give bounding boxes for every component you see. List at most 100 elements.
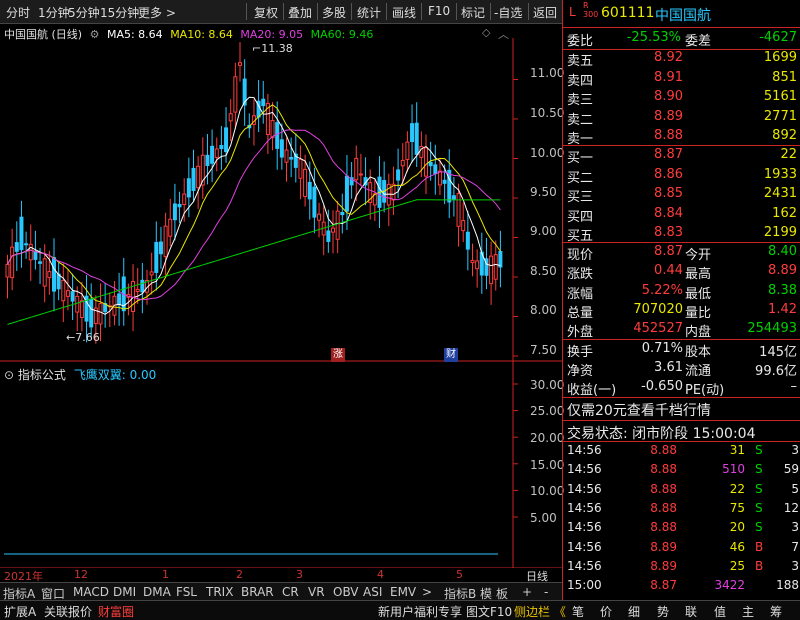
tab-dma[interactable]: DMA: [143, 585, 171, 599]
expand-button[interactable]: 扩展A: [4, 603, 36, 620]
candle-body: [89, 298, 94, 328]
candle-body: [489, 255, 494, 285]
candle-body: [186, 178, 191, 198]
candle-body: [70, 291, 75, 302]
candle-body: [410, 123, 415, 142]
toolbar-1min[interactable]: 1分钟: [38, 4, 70, 21]
indicator-title[interactable]: 指标公式: [18, 368, 66, 382]
tick-side: S: [755, 520, 763, 535]
tick-volume: 22: [729, 481, 745, 496]
wealth-circle-button[interactable]: 财富圈: [98, 603, 134, 620]
tab-obv[interactable]: OBV: [333, 585, 359, 599]
nav-trend[interactable]: 势: [657, 603, 669, 620]
candle-body: [10, 246, 15, 279]
stat-label: 涨跌: [567, 267, 594, 283]
stat-value: 8.38: [768, 282, 797, 298]
candle-body: [172, 203, 177, 221]
toolbar-15min[interactable]: 15分钟: [100, 4, 139, 21]
tick-side: S: [755, 462, 763, 477]
promo-link[interactable]: 新用户福利专享: [378, 603, 462, 620]
trade-status: 交易状态: 闭市阶段 15:00:04: [567, 426, 756, 442]
indicator-tick: 25.00: [530, 404, 565, 418]
toolbar-mark[interactable]: 标记: [461, 4, 485, 21]
f10-button[interactable]: 图文F10: [466, 603, 512, 620]
kline-chart[interactable]: [0, 24, 562, 568]
bottom-bar: 扩展A 关联报价 财富圈 新用户福利专享 图文F10 侧边栏 《 笔 价 细 势…: [0, 600, 800, 620]
tab-asi[interactable]: ASI: [363, 585, 382, 599]
nav-value[interactable]: 值: [714, 603, 726, 620]
tick-side: S: [755, 481, 763, 496]
toolbar-5min[interactable]: 5分钟: [68, 4, 100, 21]
stat-value: 1.42: [768, 301, 797, 317]
stat-value: 8.89: [768, 263, 797, 279]
candle-body: [75, 295, 80, 313]
ask-level-label: 卖三: [567, 93, 594, 108]
candle-body: [24, 243, 29, 246]
nav-linked[interactable]: 联: [685, 603, 697, 620]
toolbar-back[interactable]: 返回: [533, 4, 557, 21]
candle-body: [461, 220, 466, 232]
toolbar-more[interactable]: 更多 >: [138, 4, 176, 21]
indicator-tick: 10.00: [530, 484, 565, 498]
candle-body: [456, 193, 461, 227]
zoom-out-button[interactable]: -: [544, 585, 548, 599]
collapse-icon[interactable]: ⊙: [4, 368, 14, 382]
nav-main[interactable]: 主: [742, 603, 754, 620]
tab-brar[interactable]: BRAR: [241, 585, 274, 599]
candle-body: [56, 273, 61, 290]
price-tick: 7.50: [530, 343, 557, 357]
toolbar-overlay[interactable]: 叠加: [288, 4, 312, 21]
toolbar-adjust[interactable]: 复权: [254, 4, 278, 21]
nav-note[interactable]: 笔: [572, 603, 584, 620]
sidebar-toggle[interactable]: 侧边栏 《: [514, 603, 566, 620]
candle-body: [396, 169, 401, 181]
toolbar-multi[interactable]: 多股: [322, 4, 346, 21]
bid-level-label: 买三: [567, 190, 594, 205]
depth-promo[interactable]: 仅需20元查看千档行情: [567, 400, 711, 420]
r300-badge: R 300: [583, 1, 599, 19]
tab-vr[interactable]: VR: [308, 585, 325, 599]
candle-body: [424, 147, 428, 177]
related-quote-button[interactable]: 关联报价: [44, 603, 92, 620]
tick-volume: 75: [729, 500, 745, 515]
candle-body: [498, 251, 503, 268]
ask-volume: 892: [772, 128, 797, 143]
nav-chips[interactable]: 筹: [770, 603, 782, 620]
candle-body: [214, 148, 219, 158]
tick-price: 8.88: [650, 462, 677, 477]
tab-more[interactable]: >: [422, 585, 432, 599]
candle-body: [331, 227, 335, 233]
stat-label: 股本: [685, 345, 712, 360]
candle-body: [177, 203, 182, 208]
toolbar-intraday[interactable]: 分时: [6, 4, 30, 21]
tick-price: 8.89: [650, 558, 677, 573]
nav-detail[interactable]: 细: [628, 603, 640, 620]
weibi-value: -25.53%: [626, 30, 681, 45]
tick-volume: 31: [729, 443, 745, 457]
tab-fsl[interactable]: FSL: [176, 585, 197, 599]
tab-dmi[interactable]: DMI: [113, 585, 136, 599]
candle-body: [224, 127, 229, 153]
tab-macd[interactable]: MACD: [73, 585, 109, 599]
tab-emv[interactable]: EMV: [390, 585, 416, 599]
stat-label: 最低: [685, 286, 712, 302]
toolbar-watchlist[interactable]: -自选: [494, 4, 522, 21]
candle-body: [140, 279, 145, 293]
stat-value: 99.6亿: [755, 364, 797, 379]
event-marker-cai[interactable]: 财: [444, 348, 458, 362]
toolbar-draw[interactable]: 画线: [392, 4, 416, 21]
toolbar-stats[interactable]: 统计: [357, 4, 381, 21]
candle-body: [238, 62, 242, 66]
toolbar-f10[interactable]: F10: [428, 4, 450, 18]
indicator-name: 飞鹰双翼: 0.00: [73, 368, 157, 382]
stat-value: 8.40: [768, 244, 797, 259]
zoom-in-button[interactable]: +: [522, 585, 532, 599]
candle-body: [275, 122, 280, 149]
nav-price[interactable]: 价: [600, 603, 612, 620]
time-axis: 2021年 12 1 2 3 4 5 日线: [0, 568, 562, 583]
tab-trix[interactable]: TRIX: [206, 585, 233, 599]
candle-body: [307, 181, 312, 200]
event-marker-zhang[interactable]: 涨: [331, 348, 345, 362]
tab-cr[interactable]: CR: [282, 585, 299, 599]
bid-level-label: 买二: [567, 170, 594, 186]
